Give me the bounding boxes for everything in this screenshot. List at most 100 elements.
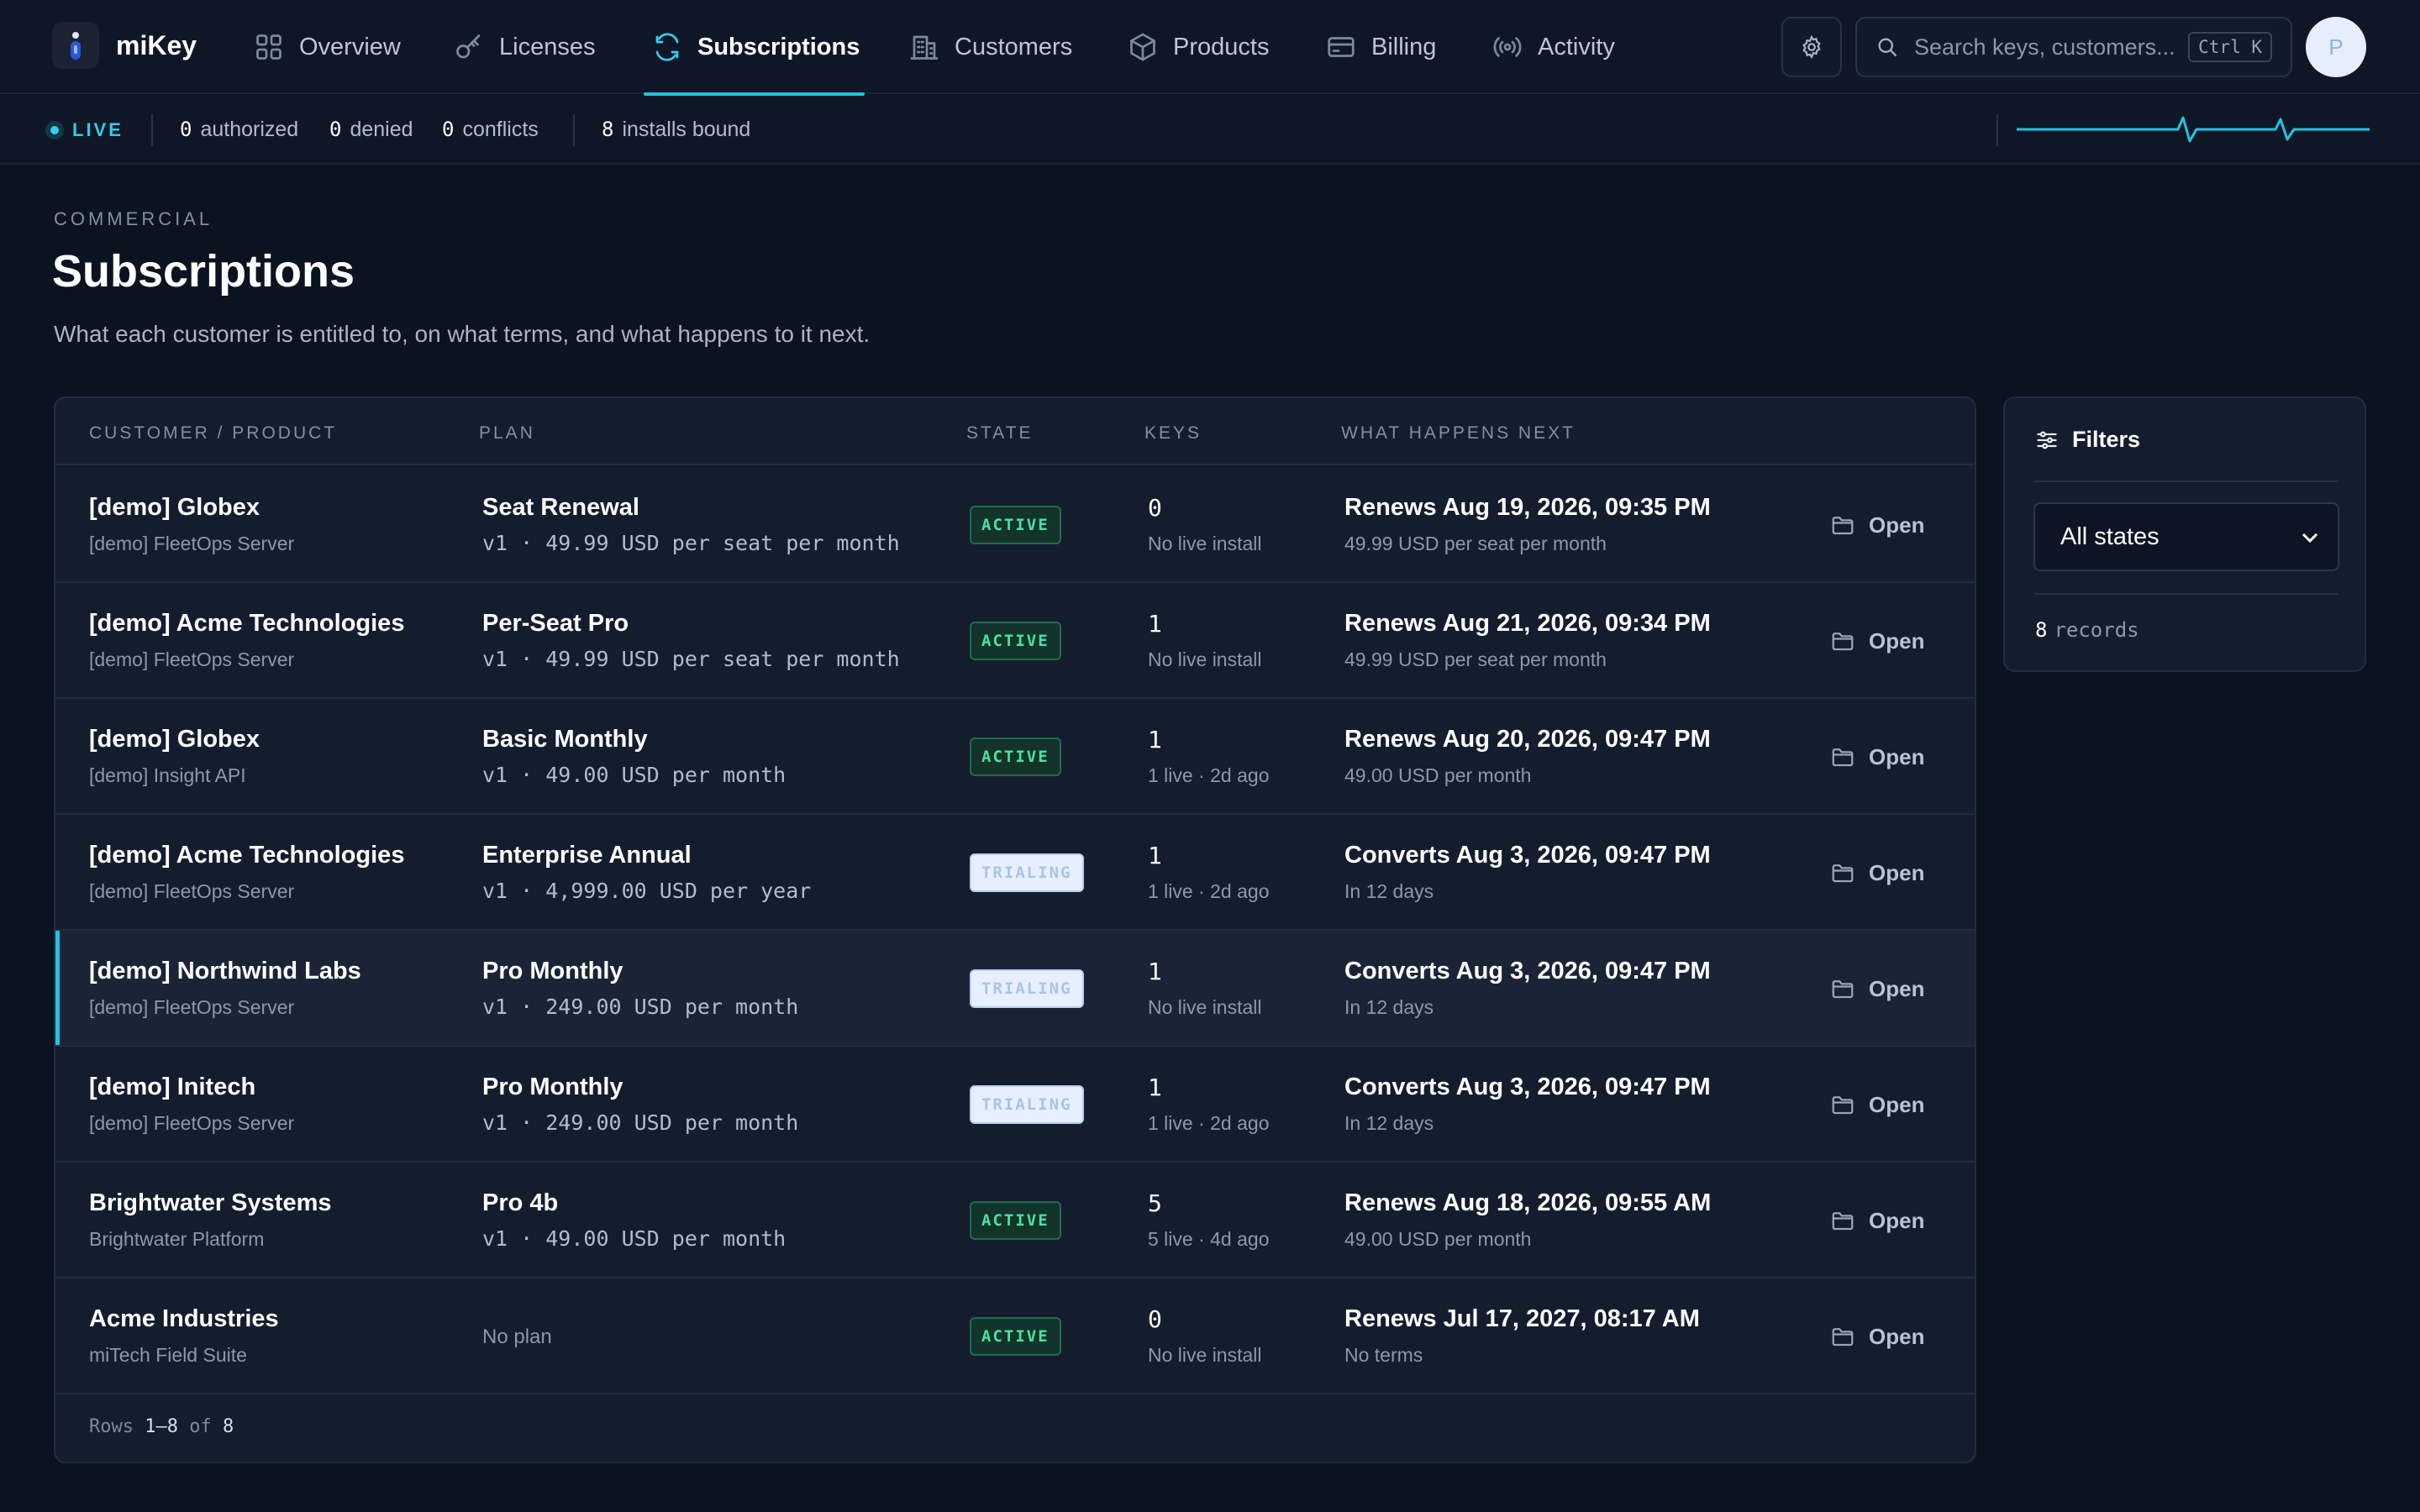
live-indicator: LIVE <box>45 114 124 146</box>
rows-range: 1–8 <box>145 1416 178 1437</box>
nav-activity-label: Activity <box>1538 33 1615 60</box>
customer-name: [demo] Globex <box>89 494 260 521</box>
status-badge: ACTIVE <box>970 506 1061 544</box>
product-name: [demo] FleetOps Server <box>89 880 295 902</box>
product-name: [demo] FleetOps Server <box>89 1112 295 1134</box>
table-row[interactable]: Brightwater Systems Brightwater Platform P… <box>55 1163 1975 1278</box>
next-event: Renews Aug 20, 2026, 09:47 PM <box>1344 726 1711 753</box>
keys-count: 1 <box>1148 1074 1162 1101</box>
heartbeat-sparkline <box>2017 116 2370 143</box>
nav-products[interactable]: Products <box>1128 0 1269 94</box>
stat-installs-label: installs bound <box>622 118 751 141</box>
table-row[interactable]: [demo] Acme Technologies [demo] FleetOps … <box>55 815 1975 931</box>
live-label: LIVE <box>72 119 124 140</box>
open-button[interactable]: Open <box>1830 736 1924 778</box>
plan-terms: v1 · 4,999.00 USD per year <box>482 879 812 903</box>
plan-name: Pro Monthly <box>482 1074 623 1100</box>
open-button[interactable]: Open <box>1830 1200 1924 1242</box>
records-count: 8 records <box>2035 618 2139 642</box>
stat-denied: 0 denied <box>329 118 413 142</box>
global-search[interactable]: Ctrl K <box>1855 17 2292 77</box>
keys-count: 1 <box>1148 726 1162 753</box>
table-row[interactable]: [demo] Initech [demo] FleetOps Server Pro … <box>55 1047 1975 1163</box>
search-input[interactable] <box>1914 34 2181 60</box>
open-button[interactable]: Open <box>1830 852 1924 894</box>
open-button[interactable]: Open <box>1830 1084 1924 1126</box>
plan-name: Per-Seat Pro <box>482 610 629 637</box>
table-row[interactable]: [demo] Globex [demo] FleetOps Server Seat … <box>55 467 1975 583</box>
open-button[interactable]: Open <box>1830 968 1924 1010</box>
nav-customers-label: Customers <box>955 33 1073 60</box>
open-button[interactable]: Open <box>1830 504 1924 546</box>
nav-subscriptions[interactable]: Subscriptions <box>643 0 865 96</box>
stat-denied-label: denied <box>350 118 413 141</box>
nav-overview[interactable]: Overview <box>254 0 401 94</box>
nav-activity[interactable]: Activity <box>1492 0 1615 94</box>
search-shortcut-hint: Ctrl K <box>2188 32 2272 62</box>
product-name: [demo] FleetOps Server <box>89 996 295 1018</box>
sliders-icon <box>2037 431 2057 449</box>
plan-name: Enterprise Annual <box>482 842 692 869</box>
column-header-state: STATE <box>966 423 1034 443</box>
rows-prefix: Rows <box>89 1416 134 1437</box>
refresh-icon <box>655 33 679 61</box>
user-avatar[interactable]: P <box>2306 17 2366 77</box>
brand[interactable]: miKey <box>52 22 197 69</box>
nav-customers[interactable]: Customers <box>909 0 1072 94</box>
keys-note: No live install <box>1148 1344 1262 1366</box>
nav-licenses[interactable]: Licenses <box>454 0 595 94</box>
table-row[interactable]: [demo] Globex [demo] Insight API Basic Mon… <box>55 699 1975 815</box>
stat-authorized-count: 0 <box>180 118 192 141</box>
next-event-detail: In 12 days <box>1344 1112 1434 1134</box>
next-event-detail: 49.00 USD per month <box>1344 1228 1532 1250</box>
top-navigation: miKey Overview Licenses Subscriptions Cu… <box>0 0 2420 96</box>
plan-terms: v1 · 249.00 USD per month <box>482 995 799 1019</box>
settings-button[interactable] <box>1781 17 1842 77</box>
nav-billing-label: Billing <box>1371 33 1437 60</box>
mikey-logo-icon <box>52 22 99 69</box>
open-button-label: Open <box>1869 1091 1925 1117</box>
open-button[interactable]: Open <box>1830 620 1924 662</box>
plan-terms: v1 · 49.99 USD per seat per month <box>482 531 900 555</box>
table-row[interactable]: Acme Industries miTech Field Suite No plan… <box>55 1278 1975 1394</box>
next-event-detail: 49.99 USD per seat per month <box>1344 648 1607 670</box>
rows-total: 8 <box>222 1416 234 1437</box>
open-button[interactable]: Open <box>1830 1315 1924 1357</box>
keys-count: 1 <box>1148 610 1162 638</box>
folder-icon <box>1832 517 1854 535</box>
status-badge: ACTIVE <box>970 738 1061 776</box>
customer-name: [demo] Acme Technologies <box>89 842 405 869</box>
gear-icon <box>1802 34 1821 60</box>
filters-title: Filters <box>2072 427 2141 452</box>
divider <box>2033 480 2338 482</box>
state-filter-select[interactable]: All states <box>2033 502 2339 571</box>
plan-name: Basic Monthly <box>482 726 648 753</box>
box-icon <box>1130 33 1155 61</box>
stat-authorized-label: authorized <box>200 118 299 141</box>
next-event-detail: No terms <box>1344 1344 1423 1366</box>
divider <box>2033 593 2338 595</box>
customer-name: Brightwater Systems <box>89 1189 332 1216</box>
status-badge: ACTIVE <box>970 1317 1061 1356</box>
status-badge: ACTIVE <box>970 622 1061 660</box>
page-title: Subscriptions <box>52 246 355 297</box>
chevron-down-icon <box>2302 533 2318 543</box>
customer-name: [demo] Northwind Labs <box>89 958 361 984</box>
nav-billing[interactable]: Billing <box>1326 0 1436 94</box>
status-badge: TRIALING <box>970 969 1084 1008</box>
open-button-label: Open <box>1869 975 1925 1001</box>
next-event-detail: 49.00 USD per month <box>1344 764 1532 786</box>
table-row[interactable]: [demo] Northwind Labs [demo] FleetOps Ser… <box>55 931 1975 1047</box>
folder-icon <box>1832 864 1854 883</box>
stat-denied-count: 0 <box>329 118 342 141</box>
table-row[interactable]: [demo] Acme Technologies [demo] FleetOps … <box>55 583 1975 699</box>
search-icon <box>1878 38 1897 57</box>
next-event-detail: In 12 days <box>1344 880 1434 902</box>
plan-name: Pro 4b <box>482 1189 559 1216</box>
grid-icon <box>256 34 281 60</box>
broadcast-icon <box>1493 37 1522 57</box>
folder-icon <box>1832 980 1854 999</box>
table-footer: Rows 1–8 of 8 <box>89 1416 234 1437</box>
keys-count: 0 <box>1148 494 1162 522</box>
keys-count: 5 <box>1148 1189 1162 1217</box>
